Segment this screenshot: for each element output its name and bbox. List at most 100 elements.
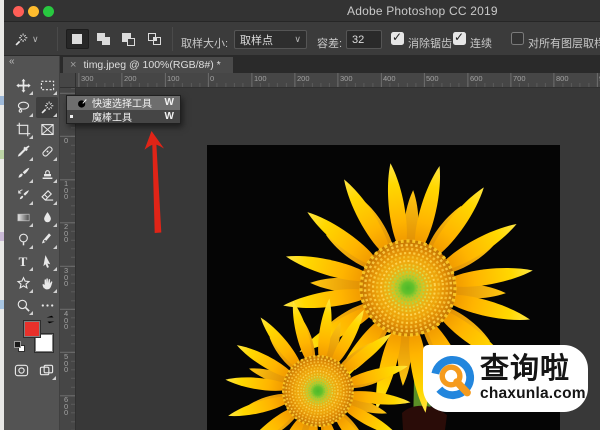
new-selection-button[interactable] [66,29,89,49]
ruler-number: 800 [556,74,569,83]
magic-wand-tool-icon [40,100,54,114]
document-tab[interactable]: × timg.jpeg @ 100%(RGB/8#) * [63,57,233,73]
ruler-number: 700 [513,74,526,83]
tool-marquee[interactable] [36,75,58,96]
tool-dodge[interactable] [12,229,34,250]
close-window-button[interactable] [13,6,24,17]
ruler-number: 500 [426,74,439,83]
red-annotation-arrow [144,131,164,233]
add-to-selection-button[interactable] [93,29,116,49]
sample-size-dropdown[interactable]: 取样点 ∨ [234,30,307,49]
tool-crop[interactable] [12,119,34,140]
close-tab-icon[interactable]: × [70,59,76,71]
magic-wand-icon [15,32,29,46]
contiguous-label: 连续 [470,38,492,50]
document-tab-label: timg.jpeg @ 100%(RGB/8#) * [83,59,221,71]
ruler-number: 0 [64,136,69,145]
chevron-down-icon: ∨ [294,34,301,44]
options-bar: ∨ 取样大小: 取样点 ∨ 容差: ✓ [4,22,600,56]
tool-custom-shape[interactable] [12,273,34,294]
ruler-number: 200 [297,74,310,83]
tool-zoom[interactable] [12,295,34,316]
quick-mask-button[interactable] [10,360,32,381]
zoom-window-button[interactable] [43,6,54,17]
ruler-number: 300 [64,266,69,288]
ruler-number: 600 [64,395,69,417]
tool-path-selection[interactable] [36,251,58,272]
tool-blur[interactable] [36,207,58,228]
default-colors-icon[interactable] [14,341,27,354]
tool-clone-stamp[interactable] [36,163,58,184]
horizontal-ruler[interactable]: 300 200 100 0 100 200 300 400 500 600 70… [76,73,600,88]
gradient-tool-icon [16,213,30,222]
tool-type[interactable]: T [12,251,34,272]
tool-history-brush[interactable] [12,185,34,206]
chaxunla-logo-icon [430,355,475,400]
zoom-tool-icon [16,299,30,312]
tool-preset-picker[interactable]: ∨ [14,29,54,49]
ruler-number: 500 [64,352,69,374]
divider [172,27,173,51]
tolerance-field-wrap [346,30,382,49]
edit-toolbar-button[interactable] [36,295,58,316]
watermark-domain: chaxunla.com [480,385,586,403]
intersect-selection-button[interactable] [144,29,167,49]
ruler-number: 200 [64,222,69,244]
anti-alias-checkbox[interactable]: ✓ [391,30,404,45]
ruler-number: 100 [64,179,69,201]
ruler-number: 300 [340,74,353,83]
tool-magic-wand[interactable] [36,97,58,118]
flyout-item-quick-selection[interactable]: 快速选择工具 W [67,96,180,110]
ruler-number: 0 [210,74,215,83]
custom-shape-tool-icon [17,277,29,289]
sample-all-layers-checkbox[interactable] [511,32,524,45]
pen-tool-icon [40,232,52,244]
ruler-number: 100 [167,74,180,83]
screen-mode-icon [39,364,53,376]
tool-healing-brush[interactable] [36,141,58,162]
tool-move[interactable] [12,75,34,96]
screen-mode-button[interactable] [35,360,57,381]
tool-eraser[interactable] [36,185,58,206]
tool-eyedropper[interactable] [12,141,34,162]
frame-tool-icon [40,124,54,136]
healing-brush-tool-icon [40,145,54,158]
sample-size-label: 取样大小: [181,38,229,50]
type-tool-icon: T [18,253,28,269]
divider [57,27,58,51]
tool-gradient[interactable] [12,207,34,228]
swap-colors-icon[interactable] [44,314,57,325]
page-edge-sliver [0,0,4,430]
watermark-name: 查询啦 [480,353,571,386]
ruler-number: 300 [81,74,94,83]
anti-alias-label: 消除锯齿 [408,38,452,50]
vertical-ruler[interactable]: 0 100 200 300 400 500 600 [60,88,76,430]
eyedropper-tool-icon [16,144,30,158]
tool-brush[interactable] [12,163,34,184]
contiguous-checkbox[interactable]: ✓ [453,30,466,45]
foreground-color-swatch[interactable] [23,320,41,338]
marquee-tool-icon [40,80,54,91]
chevron-down-icon: ∨ [32,33,39,44]
tool-frame[interactable] [36,119,58,140]
quick-selection-icon [78,98,87,108]
flyout-item-magic-wand[interactable]: 魔棒工具 W [67,109,180,124]
tool-hand[interactable] [36,273,58,294]
magic-wand-tool-flyout: 快速选择工具 W 魔棒工具 W [66,95,181,124]
document-tab-bar: × timg.jpeg @ 100%(RGB/8#) * [60,56,600,73]
collapse-panel-button[interactable]: « [9,56,15,67]
quick-mask-icon [14,364,28,377]
ruler-number: 100 [254,74,267,83]
history-brush-tool-icon [17,189,29,200]
tool-pen[interactable] [36,229,58,250]
tolerance-input[interactable] [352,31,376,48]
hand-tool-icon [41,277,53,290]
minimize-window-button[interactable] [28,6,39,17]
flyout-item-shortcut: W [164,110,174,122]
window-title: Adobe Photoshop CC 2019 [347,4,498,18]
dodge-tool-icon [18,233,28,247]
check-icon: ✓ [454,30,465,44]
tool-lasso[interactable] [12,97,34,118]
brush-tool-icon [17,167,30,179]
subtract-from-selection-button[interactable] [118,29,141,49]
